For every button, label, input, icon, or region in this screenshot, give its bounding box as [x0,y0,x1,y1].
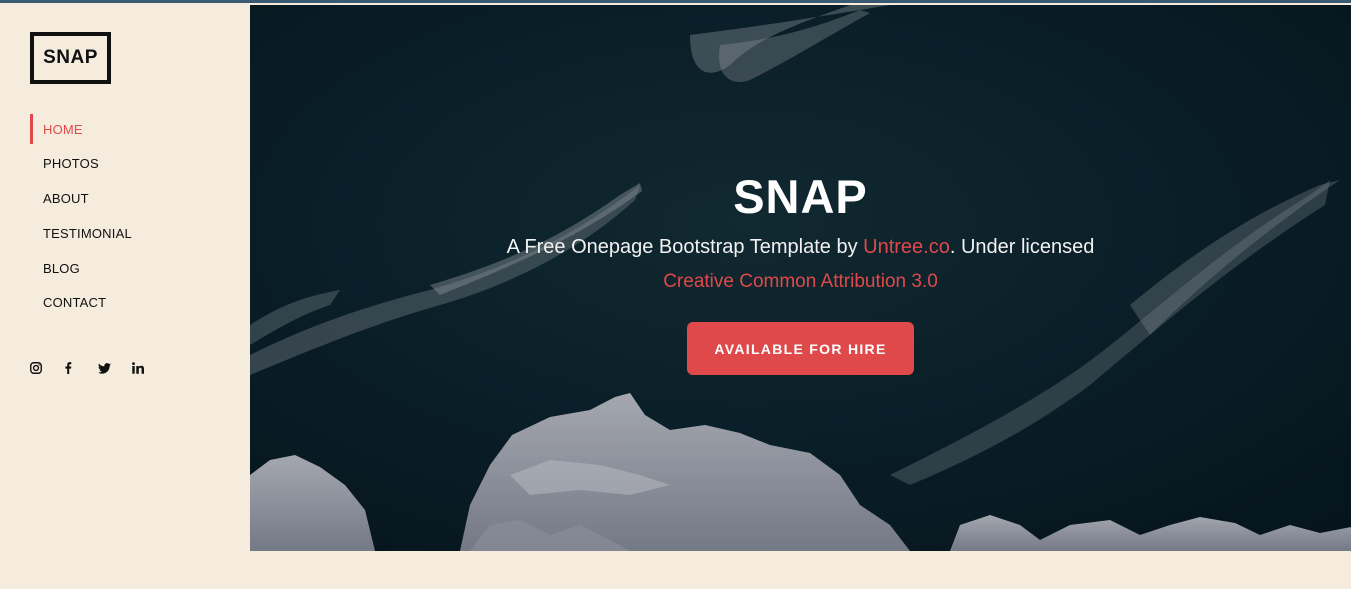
nav-item-label: HOME [43,121,83,137]
hero-title: SNAP [733,170,868,223]
nav-item-photos[interactable]: PHOTOS [30,149,132,179]
main-nav: HOME PHOTOS ABOUT TESTIMONIAL BLOG CONTA… [30,114,132,323]
hero-subtitle-suffix: . Under licensed [949,236,1095,258]
sidebar: SNAP HOME PHOTOS ABOUT TESTIMONIAL BLOG … [0,3,250,589]
instagram-icon[interactable] [30,360,64,376]
nav-item-about[interactable]: ABOUT [30,184,132,214]
nav-item-label: PHOTOS [43,156,99,172]
nav-item-label: CONTACT [43,295,107,311]
hero-content: SNAP A Free Onepage Bootstrap Template b… [250,5,1351,551]
nav-item-testimonial[interactable]: TESTIMONIAL [30,218,132,248]
hero-subtitle: A Free Onepage Bootstrap Template by Unt… [250,236,1351,259]
site-logo[interactable]: SNAP [30,32,111,84]
nav-item-label: BLOG [43,260,80,276]
twitter-icon[interactable] [98,360,132,376]
hero-subtitle-prefix: A Free Onepage Bootstrap Template by [506,236,864,258]
available-for-hire-button[interactable]: AVAILABLE FOR HIRE [687,322,914,375]
facebook-icon[interactable] [64,360,98,376]
linkedin-icon[interactable] [132,360,166,376]
untree-link[interactable]: Untree.co [863,236,950,258]
social-links [30,360,166,376]
nav-item-home[interactable]: HOME [30,114,132,144]
nav-item-label: ABOUT [43,191,89,207]
hero-section: SNAP A Free Onepage Bootstrap Template b… [250,5,1351,551]
nav-item-blog[interactable]: BLOG [30,253,132,283]
nav-item-contact[interactable]: CONTACT [30,288,132,318]
license-link[interactable]: Creative Common Attribution 3.0 [250,271,1351,293]
logo-text: SNAP [43,47,98,68]
nav-item-label: TESTIMONIAL [43,225,132,241]
